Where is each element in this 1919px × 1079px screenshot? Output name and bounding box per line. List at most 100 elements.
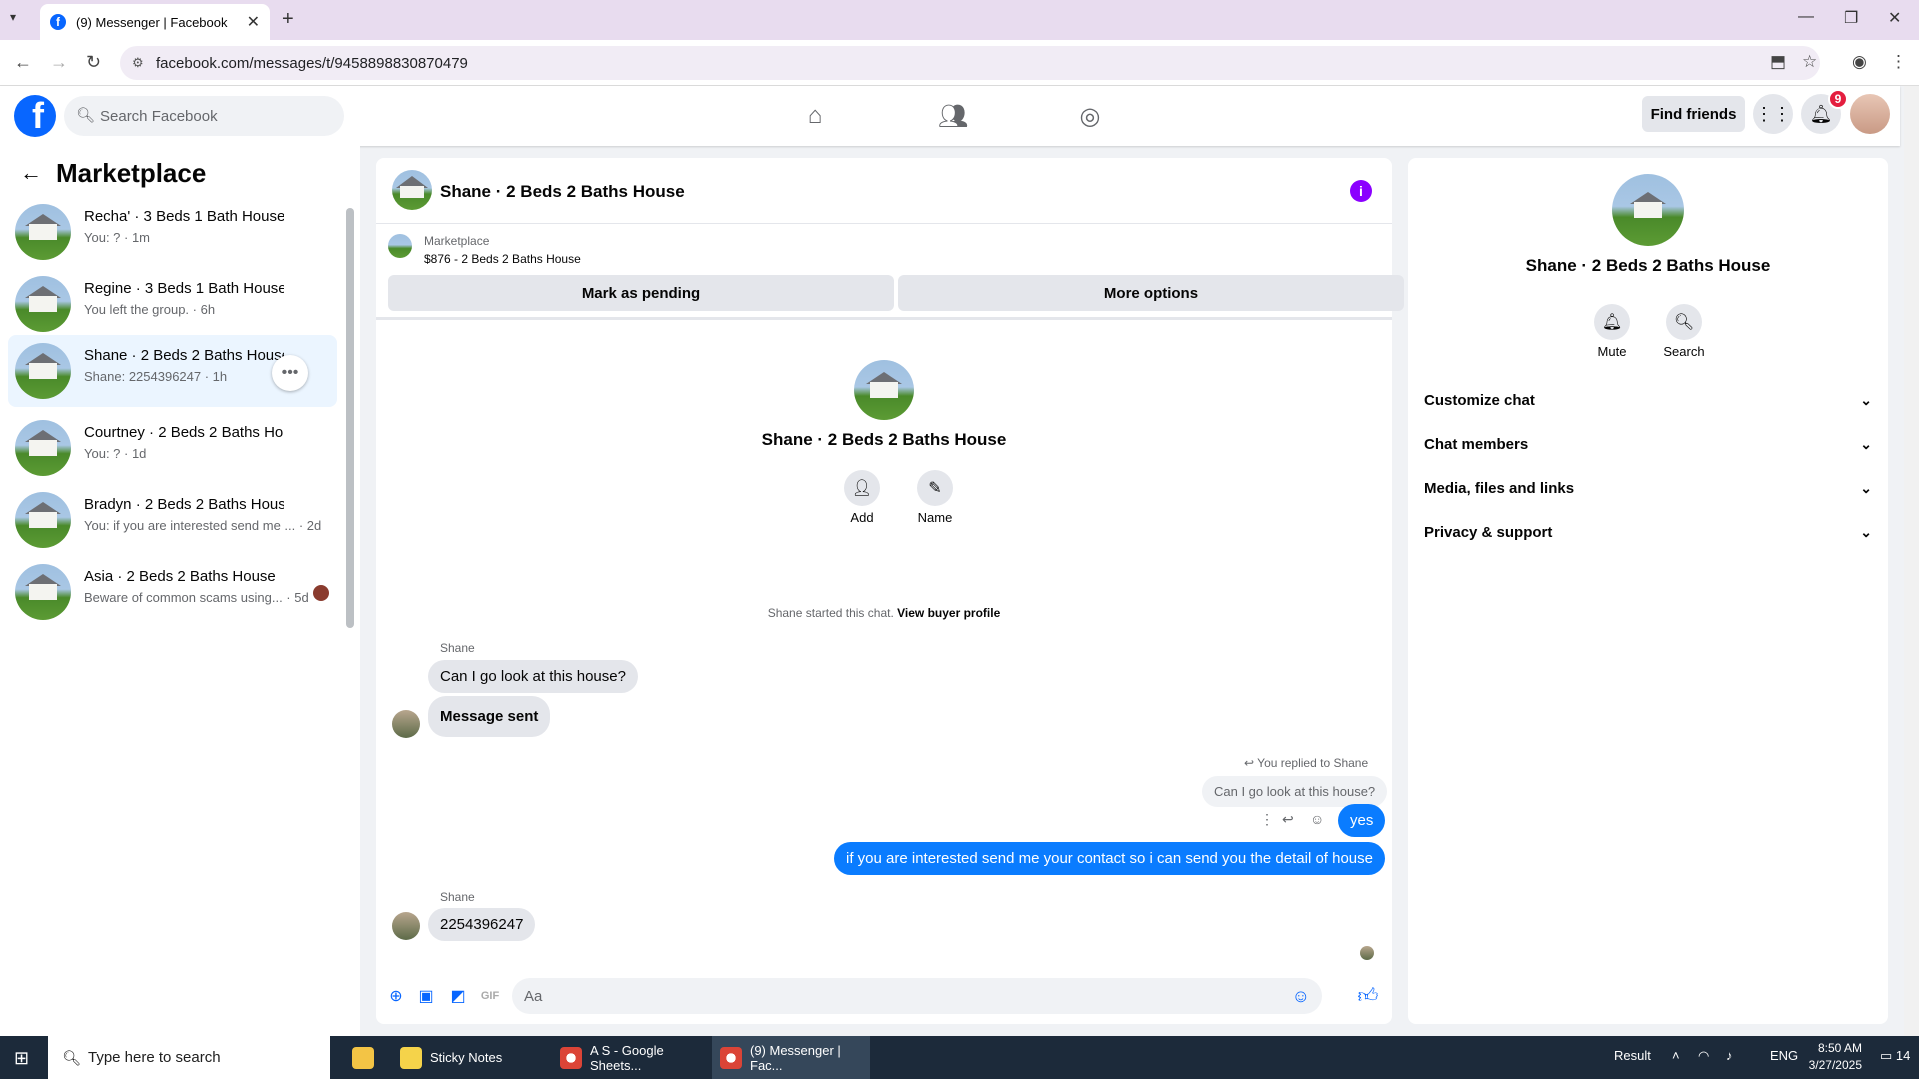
result-label[interactable]: Result <box>1614 1048 1651 1063</box>
taskbar-messenger[interactable]: (9) Messenger | Fac... <box>712 1036 870 1079</box>
chat-members-section[interactable]: Chat members ⌄ <box>1424 426 1872 462</box>
install-app-icon[interactable]: ⬒ <box>1770 52 1786 72</box>
clock[interactable]: 8:50 AM 3/27/2025 <box>1786 1040 1862 1074</box>
more-options-icon[interactable]: ••• <box>272 355 308 391</box>
marketplace-label: Marketplace <box>424 234 490 248</box>
reload-icon[interactable]: ↻ <box>86 52 101 73</box>
minimize-icon[interactable]: — <box>1798 8 1814 26</box>
my-message-bubble[interactable]: if you are interested send me your conta… <box>834 842 1385 875</box>
details-thumbnail <box>1612 174 1684 246</box>
taskbar-sticky-notes[interactable]: Sticky Notes <box>392 1036 546 1079</box>
gif-icon[interactable]: GIF <box>480 986 500 1006</box>
friends-icon[interactable]: 👥︎ <box>933 100 973 132</box>
find-friends-button[interactable]: Find friends <box>1642 96 1745 132</box>
sidebar-scrollbar[interactable] <box>346 208 354 628</box>
my-message-bubble[interactable]: yes <box>1338 804 1386 837</box>
new-tab-icon[interactable]: + <box>282 8 294 31</box>
forward-icon[interactable]: → <box>50 52 68 73</box>
browser-tab-strip: ▾ f (9) Messenger | Facebook ✕ + — ❐ ✕ <box>0 0 1919 40</box>
browser-menu-icon[interactable]: ⋮ <box>1890 52 1907 72</box>
sidebar-title: Marketplace <box>56 158 207 188</box>
back-arrow-icon[interactable]: ← <box>20 160 42 186</box>
conversation-item-active[interactable]: Shane · 2 Beds 2 Baths House Shane: 2254… <box>8 335 337 407</box>
more-actions-icon[interactable]: ⋮ <box>1260 811 1274 828</box>
reply-icon[interactable]: ↩ <box>1282 811 1294 828</box>
groups-icon[interactable]: ◎ <box>1070 100 1110 132</box>
emoji-icon[interactable]: ☺ <box>1292 986 1310 1007</box>
notification-center-icon[interactable]: ▭ 14 <box>1880 1048 1910 1064</box>
close-window-icon[interactable]: ✕ <box>1888 8 1901 28</box>
profile-icon[interactable]: ◉ <box>1852 52 1867 72</box>
restore-icon[interactable]: ❐ <box>1844 8 1858 28</box>
media-files-links-section[interactable]: Media, files and links ⌄ <box>1424 470 1872 506</box>
browser-tab-messenger[interactable]: f (9) Messenger | Facebook ✕ <box>40 4 270 40</box>
sender-avatar[interactable] <box>392 912 420 940</box>
network-icon[interactable]: ◠ <box>1698 1048 1709 1064</box>
conversation-item[interactable]: Courtney · 2 Beds 2 Baths House You: ? ·… <box>8 412 337 482</box>
plus-icon[interactable]: ⊕ <box>386 986 406 1006</box>
taskbar-search-input[interactable]: 🔍︎ Type here to search <box>48 1036 330 1079</box>
sticker-icon[interactable]: ◩ <box>448 986 468 1006</box>
back-icon[interactable]: ← <box>14 52 32 73</box>
quoted-message[interactable]: Can I go look at this house? <box>1202 776 1388 807</box>
tray-chevron-icon[interactable]: ˄ <box>1672 1048 1680 1063</box>
menu-grid-icon[interactable]: ⋮⋮ <box>1753 94 1793 134</box>
facebook-logo[interactable]: f <box>14 95 56 137</box>
listing-price-title[interactable]: $876 - 2 Beds 2 Baths House <box>424 252 581 266</box>
taskbar-app-label: (9) Messenger | Fac... <box>750 1042 841 1073</box>
message-input[interactable]: Aa ☺ <box>512 978 1322 1014</box>
facebook-header: f 🔍︎ Search Facebook ⌂ 👥︎ ◎ Find friends… <box>0 86 1900 146</box>
facebook-search-input[interactable]: 🔍︎ Search Facebook <box>64 96 344 136</box>
address-bar-row: ← → ↻ ⚙ facebook.com/messages/t/94588988… <box>0 40 1919 86</box>
section-label: Media, files and links <box>1424 479 1575 497</box>
conversation-preview: You: ? · 1d <box>84 446 147 461</box>
customize-chat-section[interactable]: Customize chat ⌄ <box>1424 382 1872 418</box>
message-bubble[interactable]: Can I go look at this house? <box>428 660 638 693</box>
listing-thumbnail <box>15 492 71 548</box>
sender-avatar[interactable] <box>392 710 420 738</box>
edit-name-icon[interactable]: ✎ <box>917 470 953 506</box>
windows-start-icon[interactable]: ⊞ <box>14 1048 29 1069</box>
thumbs-up-icon[interactable]: 👍︎ <box>1358 985 1379 1007</box>
intro-name: Shane · 2 Beds 2 Baths House <box>761 430 1007 449</box>
privacy-support-section[interactable]: Privacy & support ⌄ <box>1424 514 1872 550</box>
chevron-down-icon: ⌄ <box>1860 435 1872 452</box>
conversation-item[interactable]: Asia · 2 Beds 2 Baths House Beware of co… <box>8 556 337 626</box>
close-tab-icon[interactable]: ✕ <box>247 12 260 32</box>
mark-as-pending-button[interactable]: Mark as pending <box>388 275 894 311</box>
tab-title: (9) Messenger | Facebook <box>76 14 228 30</box>
account-avatar[interactable] <box>1850 94 1890 134</box>
conversation-item[interactable]: Regine · 3 Beds 1 Bath House You left th… <box>8 268 337 338</box>
search-conversation-icon[interactable]: 🔍︎ <box>1666 304 1702 340</box>
conversation-item[interactable]: Bradyn · 2 Beds 2 Baths House You: if yo… <box>8 484 337 554</box>
volume-icon[interactable]: ♪ <box>1726 1048 1733 1063</box>
listing-thumbnail <box>15 204 71 260</box>
file-explorer-icon[interactable] <box>344 1036 384 1079</box>
site-info-icon[interactable]: ⚙ <box>132 55 144 71</box>
conversation-item[interactable]: Recha' · 3 Beds 1 Bath House You: ? · 1m <box>8 196 337 266</box>
add-person-icon[interactable]: 👤︎ <box>844 470 880 506</box>
photo-icon[interactable]: ▣ <box>416 986 436 1006</box>
react-icon[interactable]: ☺ <box>1310 811 1324 827</box>
windows-taskbar: ⊞ 🔍︎ Type here to search Sticky Notes A … <box>0 1036 1919 1079</box>
view-buyer-profile-link[interactable]: View buyer profile <box>897 606 1000 620</box>
sender-name: Shane <box>440 641 475 655</box>
replied-text: You replied to Shane <box>1257 756 1369 770</box>
listing-thumbnail[interactable] <box>388 234 412 258</box>
notif-count: 14 <box>1895 1048 1911 1063</box>
message-bubble[interactable]: 2254396247 <box>428 908 536 941</box>
chat-title[interactable]: Shane · 2 Beds 2 Baths House <box>440 182 685 202</box>
more-options-button[interactable]: More options <box>898 275 1404 311</box>
conversation-preview: Beware of common scams using... · 5d <box>84 590 309 605</box>
taskbar-google-sheets[interactable]: A S - Google Sheets... <box>552 1036 706 1079</box>
home-icon[interactable]: ⌂ <box>795 100 835 132</box>
search-label: Search <box>1663 344 1705 359</box>
message-bubble[interactable]: Message sent <box>428 696 551 737</box>
chat-thumbnail[interactable] <box>392 170 432 210</box>
mute-bell-icon[interactable]: 🔔︎ <box>1594 304 1630 340</box>
tab-search-icon[interactable]: ▾ <box>10 10 16 24</box>
url-field[interactable]: ⚙ facebook.com/messages/t/94588988308704… <box>120 46 1820 80</box>
bookmark-star-icon[interactable]: ☆ <box>1802 52 1817 72</box>
page-scrollbar[interactable] <box>1904 86 1919 1036</box>
conversation-info-icon[interactable]: i <box>1350 180 1372 202</box>
